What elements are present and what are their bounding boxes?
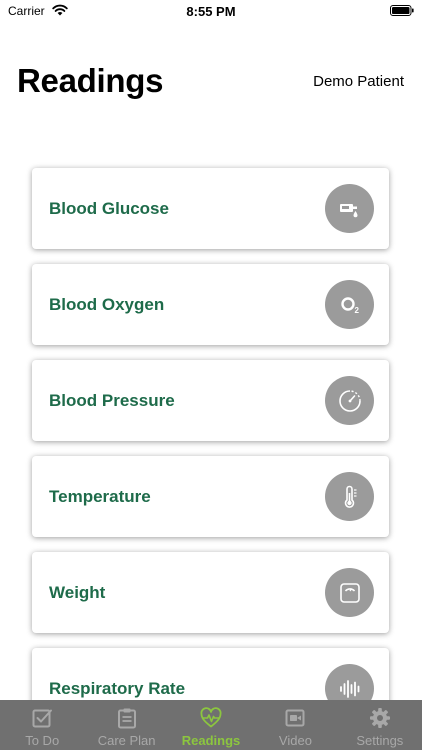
tab-label: Settings [356,733,404,748]
scale-icon [325,568,374,617]
gear-icon [369,708,390,728]
battery-icon [390,5,414,16]
tab-label: Readings [181,733,241,748]
checkbox-icon [32,709,53,728]
pressure-gauge-icon [325,376,374,425]
reading-card-label: Blood Oxygen [49,295,165,314]
tab-care-plan[interactable]: Care Plan [84,700,168,750]
tab-label: Care Plan [97,733,156,748]
readings-list: Blood Glucose Blood Oxygen 2 Blood Press… [32,168,389,744]
readings-screen: Carrier 8:55 PM Readings Demo Patient Bl… [0,0,422,750]
tab-readings[interactable]: Readings [169,700,253,750]
reading-card-label: Blood Pressure [49,391,175,410]
tab-settings[interactable]: Settings [338,700,422,750]
reading-card-label: Weight [49,583,106,602]
reading-card-weight[interactable]: Weight [32,552,389,633]
clipboard-icon [117,708,136,729]
reading-card-blood-oxygen[interactable]: Blood Oxygen 2 [32,264,389,345]
video-camera-icon [285,709,305,727]
tab-video[interactable]: Video [253,700,337,750]
reading-card-temperature[interactable]: Temperature [32,456,389,537]
clock: 8:55 PM [186,4,236,19]
oxygen-o2-icon: 2 [325,280,374,329]
page-title: Readings [17,62,164,99]
reading-card-blood-glucose[interactable]: Blood Glucose [32,168,389,249]
reading-card-label: Temperature [49,487,151,506]
svg-text:2: 2 [354,306,359,315]
tab-label: To Do [25,733,60,748]
patient-name: Demo Patient [313,73,404,90]
reading-card-label: Blood Glucose [49,199,169,218]
tab-to-do[interactable]: To Do [0,700,84,750]
glucose-meter-icon [325,184,374,233]
status-bar: Carrier 8:55 PM [0,0,422,22]
tab-label: Video [278,733,312,748]
heart-pulse-icon [200,707,222,728]
reading-card-blood-pressure[interactable]: Blood Pressure [32,360,389,441]
tab-bar: To Do Care Plan Readings Video Settings [0,700,422,750]
thermometer-icon [325,472,374,521]
